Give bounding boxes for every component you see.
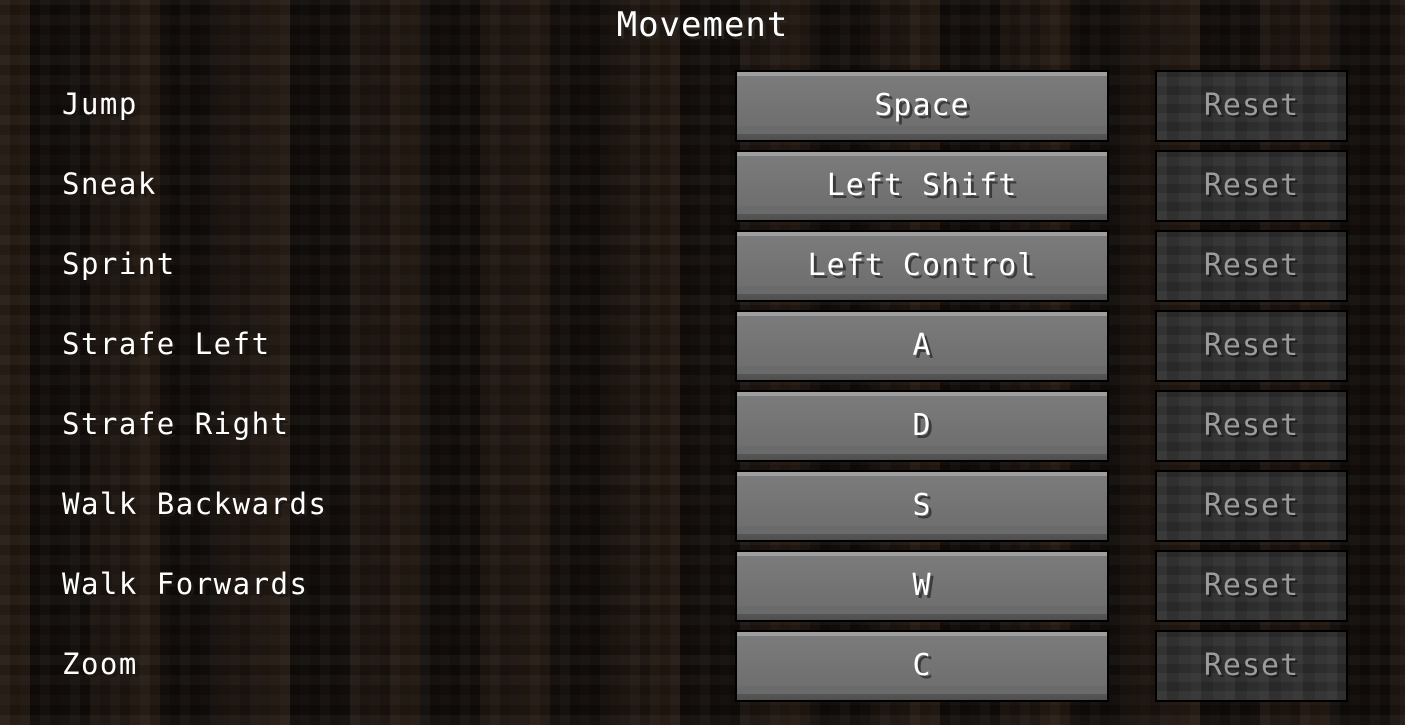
keybinding-reset-button-2[interactable]: Reset xyxy=(1155,230,1348,302)
keybinding-list: Jump Space Reset Sneak Left Shift Reset … xyxy=(0,66,1405,706)
keybinding-action-label-1: Sneak xyxy=(62,167,157,201)
keybinding-reset-button-7[interactable]: Reset xyxy=(1155,630,1348,702)
keybinding-key-button-7[interactable]: C xyxy=(735,630,1109,702)
keybinding-action-label-4: Strafe Right xyxy=(62,407,290,441)
keybinding-action-label-5: Walk Backwards xyxy=(62,487,328,521)
keybinding-row-4: Strafe Right D Reset xyxy=(0,386,1405,466)
keybinding-key-button-5[interactable]: S xyxy=(735,470,1109,542)
keybinding-key-button-0[interactable]: Space xyxy=(735,70,1109,142)
keybinding-reset-button-5[interactable]: Reset xyxy=(1155,470,1348,542)
keybinding-action-label-0: Jump xyxy=(62,87,138,121)
keybinding-key-button-2[interactable]: Left Control xyxy=(735,230,1109,302)
keybinding-row-6: Walk Forwards W Reset xyxy=(0,546,1405,626)
controls-screen: Movement Jump Space Reset Sneak Left Shi… xyxy=(0,0,1405,725)
keybinding-key-button-4[interactable]: D xyxy=(735,390,1109,462)
keybinding-action-label-3: Strafe Left xyxy=(62,327,271,361)
keybinding-key-button-1[interactable]: Left Shift xyxy=(735,150,1109,222)
keybinding-row-1: Sneak Left Shift Reset xyxy=(0,146,1405,226)
keybinding-reset-button-0[interactable]: Reset xyxy=(1155,70,1348,142)
keybinding-reset-button-4[interactable]: Reset xyxy=(1155,390,1348,462)
keybinding-key-button-6[interactable]: W xyxy=(735,550,1109,622)
keybinding-row-5: Walk Backwards S Reset xyxy=(0,466,1405,546)
keybinding-reset-button-6[interactable]: Reset xyxy=(1155,550,1348,622)
keybinding-row-3: Strafe Left A Reset xyxy=(0,306,1405,386)
keybinding-row-0: Jump Space Reset xyxy=(0,66,1405,146)
keybinding-reset-button-3[interactable]: Reset xyxy=(1155,310,1348,382)
page-title: Movement xyxy=(616,5,789,45)
keybinding-action-label-7: Zoom xyxy=(62,647,138,681)
keybinding-reset-button-1[interactable]: Reset xyxy=(1155,150,1348,222)
keybinding-row-2: Sprint Left Control Reset xyxy=(0,226,1405,306)
keybinding-row-7: Zoom C Reset xyxy=(0,626,1405,706)
keybinding-action-label-6: Walk Forwards xyxy=(62,567,309,601)
keybinding-action-label-2: Sprint xyxy=(62,247,176,281)
keybinding-key-button-3[interactable]: A xyxy=(735,310,1109,382)
